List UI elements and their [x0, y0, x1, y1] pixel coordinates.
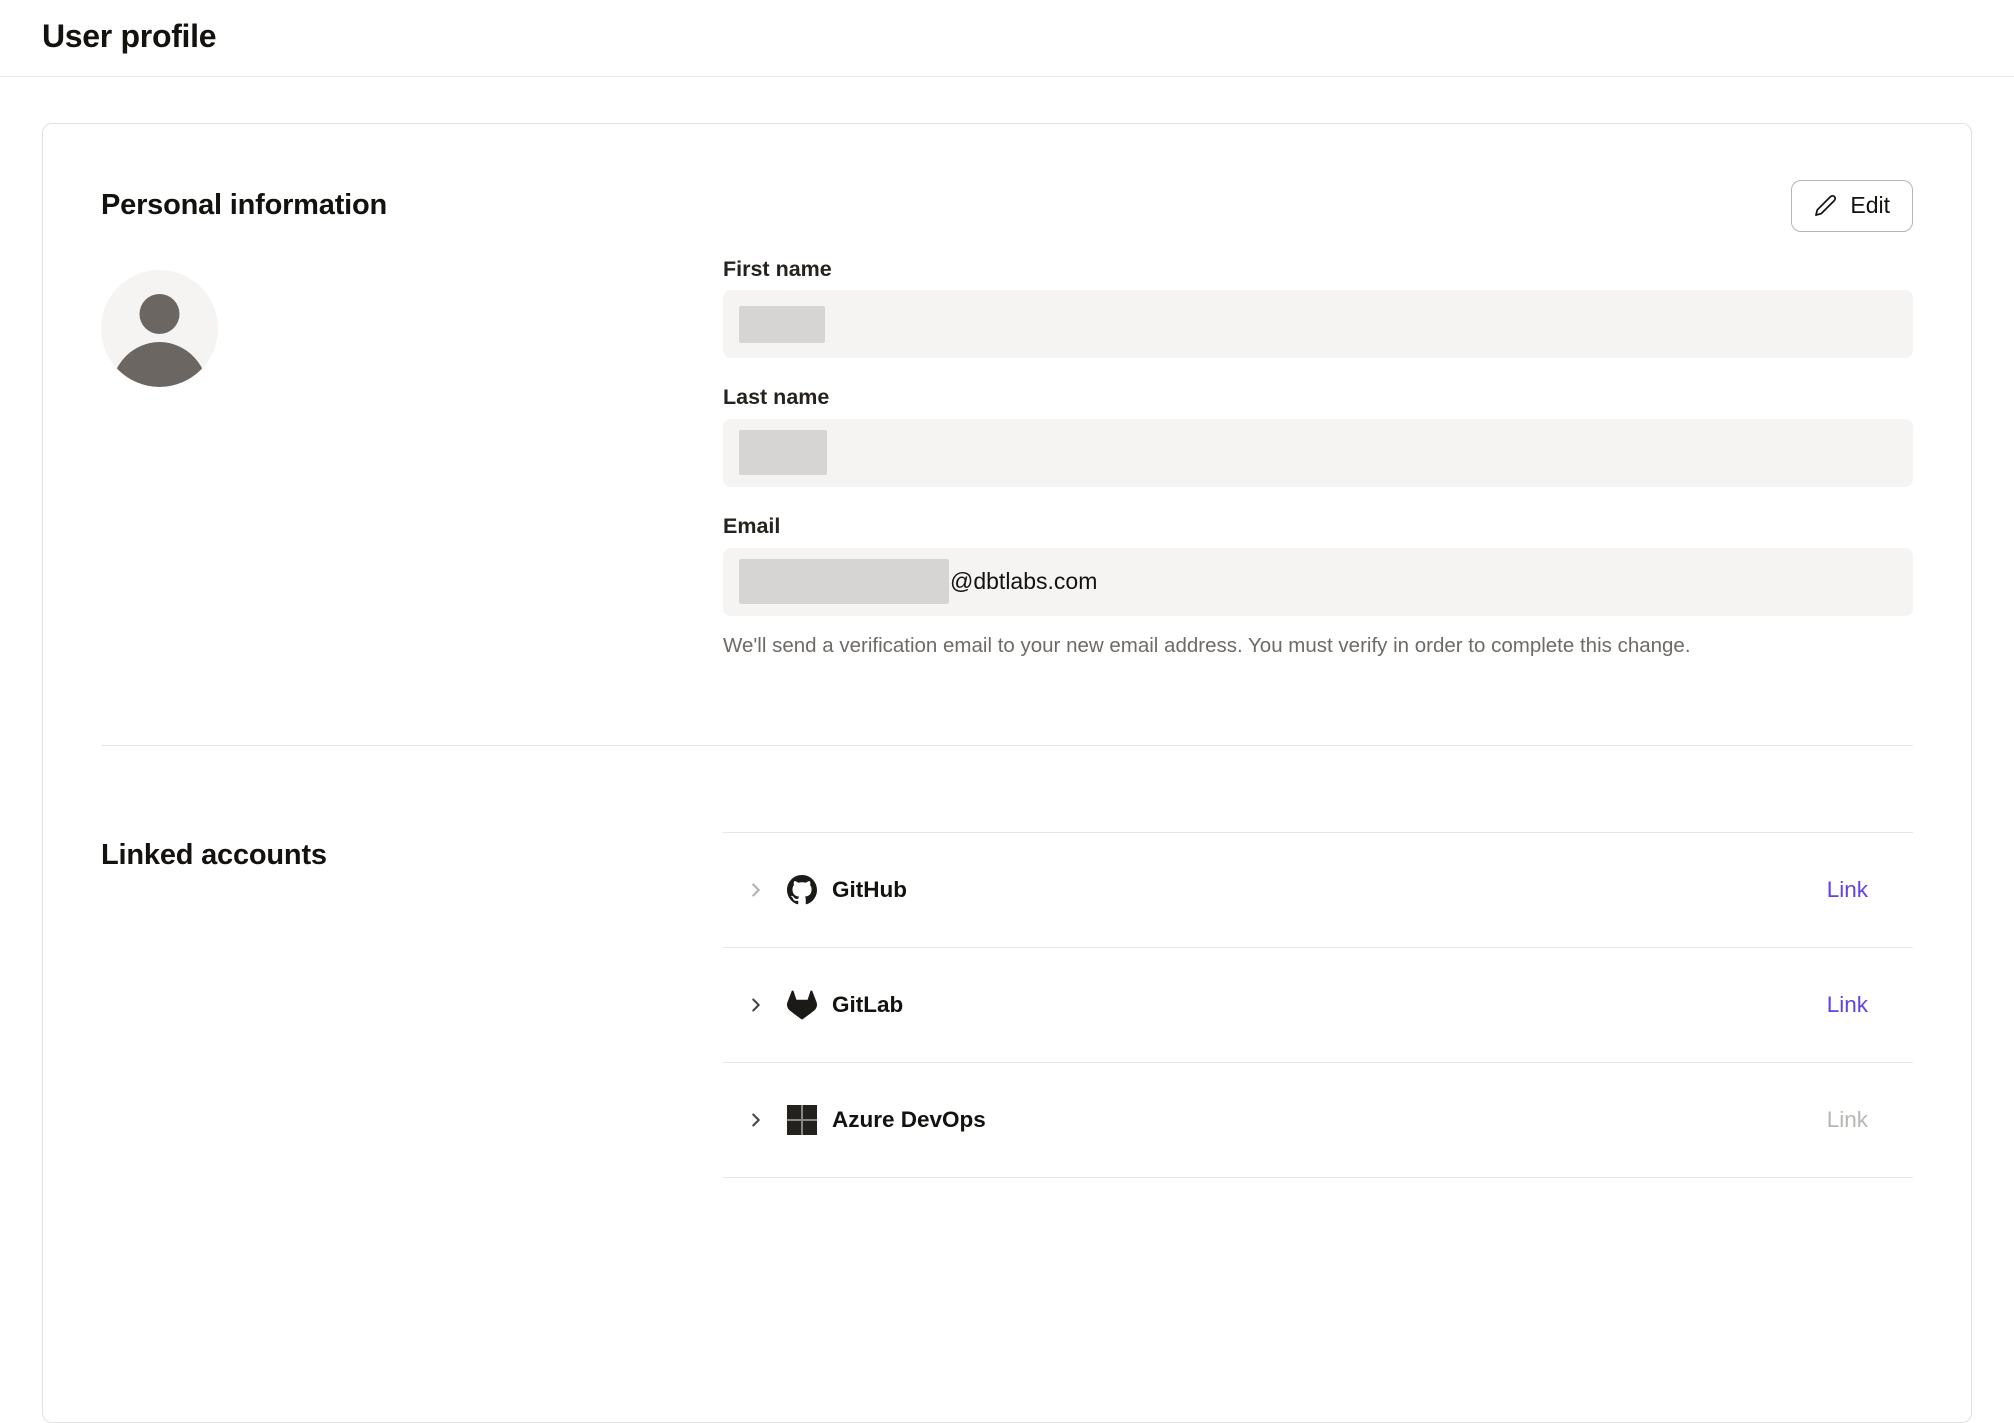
email-helper-text: We'll send a verification email to your …: [723, 633, 1913, 660]
edit-button[interactable]: Edit: [1791, 180, 1913, 232]
chevron-right-icon[interactable]: [745, 1109, 767, 1131]
page-header: User profile: [0, 0, 2014, 77]
provider-name-github: GitHub: [832, 877, 907, 903]
linked-account-row-gitlab: GitLab Link: [723, 948, 1913, 1063]
provider-name-gitlab: GitLab: [832, 992, 903, 1018]
email-label: Email: [723, 515, 1913, 539]
last-name-input: [723, 419, 1913, 487]
last-name-label: Last name: [723, 386, 1913, 410]
linked-accounts-section: Linked accounts GitHub Link: [101, 746, 1913, 1178]
linked-account-row-azure-devops: Azure DevOps Link: [723, 1063, 1913, 1178]
edit-button-label: Edit: [1850, 192, 1890, 219]
github-icon: [787, 875, 817, 905]
first-name-redacted-value: [739, 306, 825, 343]
chevron-right-icon[interactable]: [745, 879, 767, 901]
linked-account-row-github: GitHub Link: [723, 833, 1913, 948]
user-profile-card: Personal information Edit: [42, 123, 1972, 1423]
email-local-part-redacted: [739, 559, 949, 604]
first-name-field: First name: [723, 258, 1913, 359]
linked-accounts-list: GitHub Link GitLab Link Azure DevOps: [723, 832, 1913, 1178]
avatar-column: [101, 258, 723, 660]
pencil-icon: [1814, 194, 1837, 217]
last-name-redacted-value: [739, 430, 827, 475]
gitlab-icon: [787, 990, 817, 1020]
page-title: User profile: [42, 16, 1972, 58]
avatar: [101, 270, 218, 387]
first-name-input: [723, 290, 1913, 358]
azure-devops-icon: [787, 1105, 817, 1135]
personal-information-body: First name Last name Email @dbtlabs.com …: [101, 258, 1913, 660]
last-name-field: Last name: [723, 386, 1913, 487]
first-name-label: First name: [723, 258, 1913, 282]
personal-information-header: Personal information Edit: [101, 180, 1913, 232]
link-button-azure-devops-disabled: Link: [1827, 1107, 1868, 1133]
email-field: Email @dbtlabs.com We'll send a verifica…: [723, 515, 1913, 659]
chevron-right-icon[interactable]: [745, 994, 767, 1016]
provider-name-azure-devops: Azure DevOps: [832, 1107, 986, 1133]
linked-accounts-title: Linked accounts: [101, 839, 723, 872]
email-domain: @dbtlabs.com: [950, 568, 1097, 595]
personal-information-title: Personal information: [101, 189, 387, 222]
link-button-github[interactable]: Link: [1827, 877, 1868, 903]
personal-information-form: First name Last name Email @dbtlabs.com …: [723, 258, 1913, 660]
linked-accounts-heading-column: Linked accounts: [101, 746, 723, 872]
link-button-gitlab[interactable]: Link: [1827, 992, 1868, 1018]
person-icon: [101, 270, 218, 387]
email-input: @dbtlabs.com: [723, 548, 1913, 616]
